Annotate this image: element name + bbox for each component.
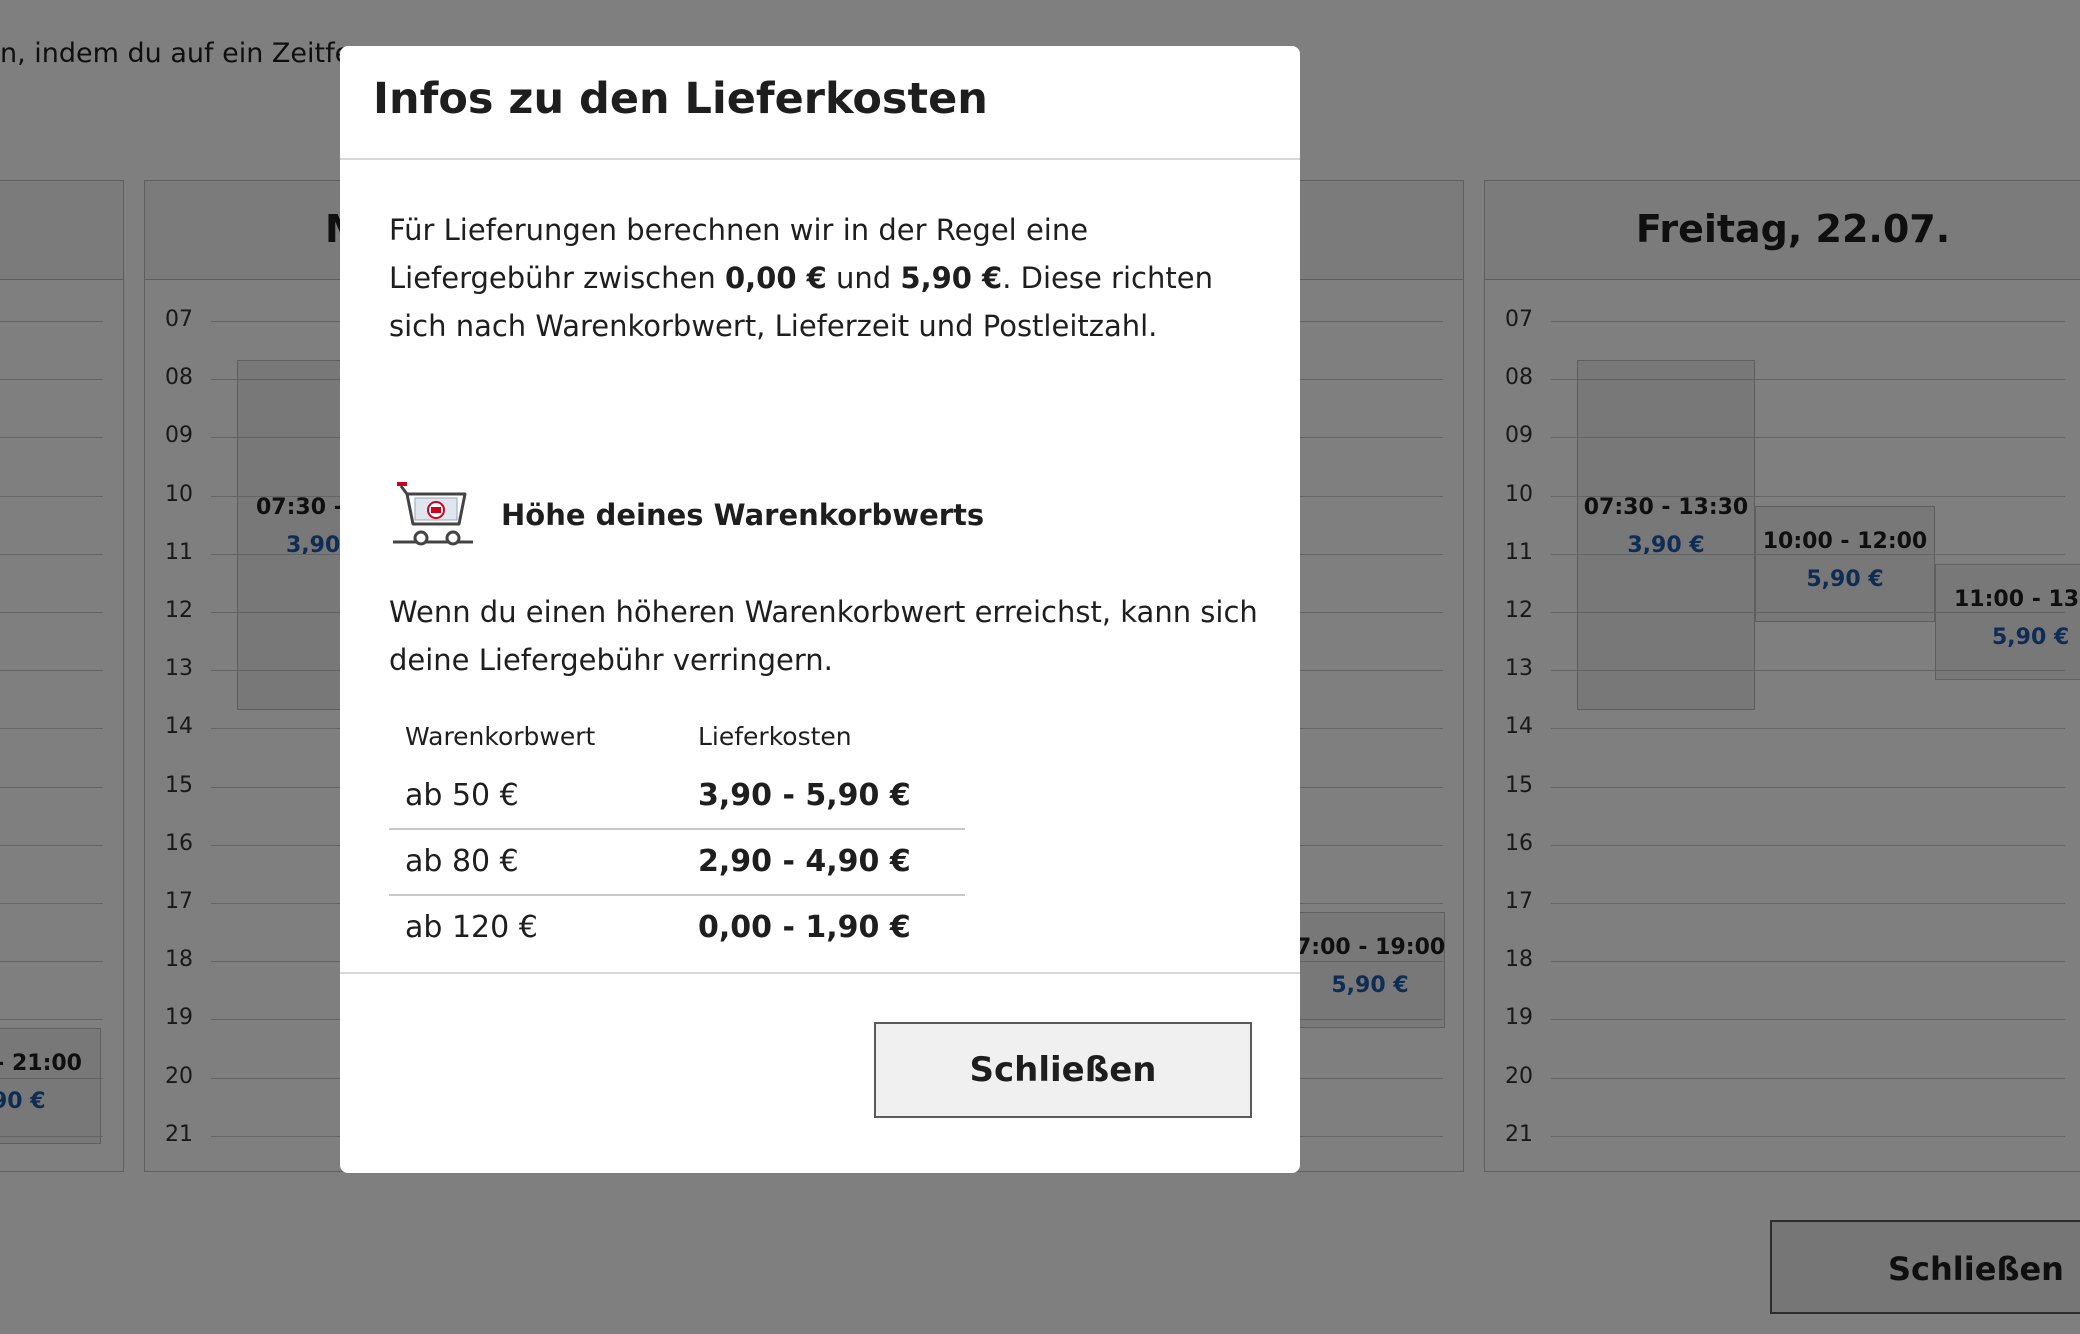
dialog-body: Für Lieferungen berechnen wir in der Reg… [389,206,1269,945]
table-row: ab 50 € 3,90 - 5,90 € [389,762,965,830]
table-cell-delivery-cost: 3,90 - 5,90 € [698,778,911,813]
dialog-footer: Schließen [340,972,1300,1175]
cart-value-section-text: Wenn du einen höheren Warenkorbwert erre… [389,595,1258,677]
table-header-delivery-cost: Lieferkosten [698,722,852,751]
shopping-cart-icon [393,482,473,546]
dialog-header: Infos zu den Lieferkosten [340,46,1300,160]
table-header-cart-value: Warenkorbwert [405,722,596,751]
table-cell-cart-value: ab 50 € [405,778,519,813]
dialog-title: Infos zu den Lieferkosten [373,74,988,124]
info-text-part: und [826,261,901,295]
cart-value-section-title: Höhe deines Warenkorbwerts [501,498,985,532]
table-cell-delivery-cost: 0,00 - 1,90 € [698,910,911,945]
delivery-fee-info-text: Für Lieferungen berechnen wir in der Reg… [389,206,1269,350]
table-cell-cart-value: ab 80 € [405,844,519,879]
table-row: ab 120 € 0,00 - 1,90 € [389,894,965,960]
close-button[interactable]: Schließen [874,1022,1252,1118]
cart-value-section-header: Höhe deines Warenkorbwerts [389,480,1269,560]
table-cell-delivery-cost: 2,90 - 4,90 € [698,844,911,879]
table-row: ab 80 € 2,90 - 4,90 € [389,828,965,896]
min-fee-value: 0,00 € [724,261,827,295]
delivery-costs-dialog: Infos zu den Lieferkosten Für Lieferunge… [340,46,1300,1173]
table-cell-cart-value: ab 120 € [405,910,538,945]
max-fee-value: 5,90 € [900,261,1003,295]
